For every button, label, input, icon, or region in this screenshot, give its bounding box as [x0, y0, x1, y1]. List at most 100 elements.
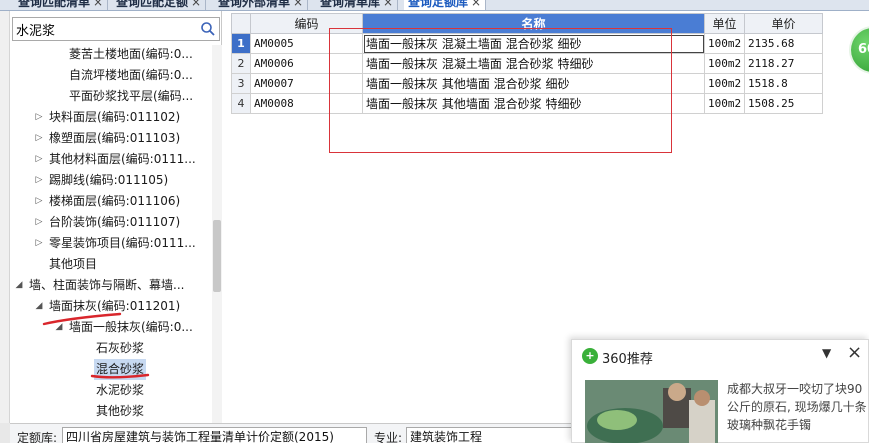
tree-node[interactable]: 自流坪楼地面(编码:0...: [12, 65, 210, 86]
tree-node[interactable]: ▷ 台阶装饰(编码:011107): [12, 212, 210, 233]
tree-node[interactable]: 其他项目: [12, 254, 210, 275]
tree-node-label: 橡塑面层(编码:011103): [49, 131, 181, 145]
expand-arrow-icon[interactable]: ▷: [34, 107, 44, 128]
tab-query-quota-library[interactable]: 查询定额库 ×: [404, 0, 487, 10]
cell-price[interactable]: 2135.68: [744, 33, 823, 54]
cell-code[interactable]: AM0006: [250, 53, 363, 74]
tab-query-matched-quota[interactable]: 查询匹配定额 ×: [112, 0, 207, 10]
major-label: 专业:: [374, 431, 403, 443]
quota-grid: 编码 名称 单位 单价 1 AM0005 墙面一般抹灰 混凝土墙面 混合砂浆 细砂 1…: [231, 13, 823, 114]
tree-node[interactable]: ▷ 其他材料面层(编码:0111...: [12, 149, 210, 170]
tree-node-label: 楼梯面层(编码:011106): [49, 194, 181, 208]
tree-node[interactable]: 菱苦土楼地面(编码:0...: [12, 44, 210, 65]
row-number[interactable]: 1: [231, 33, 251, 54]
chevron-down-icon[interactable]: ▼: [822, 346, 831, 360]
header-name[interactable]: 名称: [362, 13, 705, 34]
tree-node-label: 水泥砂浆: [96, 383, 145, 397]
search-input[interactable]: [13, 18, 193, 40]
tree-node[interactable]: ▷ 楼梯面层(编码:011106): [12, 191, 210, 212]
header-code[interactable]: 编码: [250, 13, 363, 34]
tree-node-label: 菱苦土楼地面(编码:0...: [69, 47, 193, 61]
close-icon[interactable]: ×: [847, 342, 862, 363]
table-row[interactable]: 3 AM0007 墙面一般抹灰 其他墙面 混合砂浆 细砂 100m2 1518.8: [231, 73, 823, 94]
cell-code[interactable]: AM0005: [250, 33, 363, 54]
tab-query-matched-list[interactable]: 查询匹配清单 ×: [14, 0, 109, 10]
news-thumbnail[interactable]: [585, 380, 718, 443]
annotation-underline: [42, 312, 122, 326]
header-rownum: [231, 13, 251, 34]
tree-node[interactable]: 其他砂浆: [12, 401, 210, 422]
popup-title: 360推荐: [602, 352, 653, 367]
major-select[interactable]: 建筑装饰工程: [406, 427, 576, 443]
quota-lib-select[interactable]: 四川省房屋建筑与装饰工程量清单计价定额(2015): [62, 427, 367, 443]
expand-arrow-icon[interactable]: ▷: [34, 191, 44, 212]
tree-node[interactable]: 平面砂浆找平层(编码...: [12, 86, 210, 107]
expand-arrow-icon[interactable]: ▷: [34, 149, 44, 170]
tree-node-label: 自流坪楼地面(编码:0...: [69, 68, 193, 82]
floating-badge[interactable]: 60: [851, 28, 869, 72]
cell-unit[interactable]: 100m2: [704, 93, 745, 114]
cell-unit[interactable]: 100m2: [704, 53, 745, 74]
cell-code[interactable]: AM0008: [250, 93, 363, 114]
annotation-underline: [90, 373, 150, 379]
row-number[interactable]: 4: [231, 93, 251, 114]
row-number[interactable]: 2: [231, 53, 251, 74]
search-box: [12, 17, 220, 41]
app-window: 查询匹配清单× 查询匹配定额× 查询外部清单× 查询清单库× 查询定额库× 菱苦…: [0, 0, 869, 443]
table-row[interactable]: 4 AM0008 墙面一般抹灰 其他墙面 混合砂浆 特细砂 100m2 1508.25: [231, 93, 823, 114]
expand-arrow-icon[interactable]: ▷: [34, 212, 44, 233]
tree-node-label: 墙、柱面装饰与隔断、幕墙...: [29, 278, 185, 292]
close-icon[interactable]: ×: [471, 0, 481, 9]
cell-price[interactable]: 1508.25: [744, 93, 823, 114]
cell-unit[interactable]: 100m2: [704, 73, 745, 94]
search-icon[interactable]: [200, 21, 216, 37]
close-icon[interactable]: ×: [191, 0, 201, 9]
collapse-arrow-icon[interactable]: ◢: [14, 275, 24, 296]
tree-node[interactable]: 水泥砂浆: [12, 380, 210, 401]
grid-header: 编码 名称 单位 单价: [231, 13, 823, 34]
recommend-popup: + 360推荐 ▼ × 成都大叔牙一咬切了块90公斤的原石, 现场爆几十条玻璃种…: [571, 339, 869, 443]
tree-node-label: 台阶装饰(编码:011107): [49, 215, 181, 229]
quota-lib-label: 定额库:: [17, 431, 58, 443]
cell-unit[interactable]: 100m2: [704, 33, 745, 54]
cell-name[interactable]: 墙面一般抹灰 其他墙面 混合砂浆 细砂: [362, 73, 705, 94]
tree-node[interactable]: ▷ 块料面层(编码:011102): [12, 107, 210, 128]
tree-node[interactable]: ▷ 踢脚线(编码:011105): [12, 170, 210, 191]
360-logo-icon: +: [582, 348, 598, 364]
table-row[interactable]: 2 AM0006 墙面一般抹灰 混凝土墙面 混合砂浆 特细砂 100m2 2118.27: [231, 53, 823, 74]
tree-node-label: 其他砂浆: [96, 404, 145, 418]
tab-query-list-library[interactable]: 查询清单库 ×: [316, 0, 399, 10]
cell-name[interactable]: 墙面一般抹灰 混凝土墙面 混合砂浆 细砂: [362, 33, 705, 54]
expand-arrow-icon[interactable]: ▷: [34, 128, 44, 149]
cell-name[interactable]: 墙面一般抹灰 混凝土墙面 混合砂浆 特细砂: [362, 53, 705, 74]
close-icon[interactable]: ×: [293, 0, 303, 9]
close-icon[interactable]: ×: [93, 0, 103, 9]
news-headline[interactable]: 成都大叔牙一咬切了块90公斤的原石, 现场爆几十条玻璃种飘花手镯: [727, 380, 867, 434]
tree-node-label: 其他项目: [49, 257, 98, 271]
left-panel: 菱苦土楼地面(编码:0... 自流坪楼地面(编码:0... 平面砂浆找平层(编码..…: [0, 11, 222, 423]
cell-name[interactable]: 墙面一般抹灰 其他墙面 混合砂浆 特细砂: [362, 93, 705, 114]
cell-price[interactable]: 1518.8: [744, 73, 823, 94]
tree-node-label: 石灰砂浆: [96, 341, 145, 355]
expand-arrow-icon[interactable]: ▷: [34, 170, 44, 191]
tree-node[interactable]: ◢ 墙、柱面装饰与隔断、幕墙...: [12, 275, 210, 296]
tree-node[interactable]: ▷ 橡塑面层(编码:011103): [12, 128, 210, 149]
tree-node-label: 块料面层(编码:011102): [49, 110, 181, 124]
header-unit[interactable]: 单位: [704, 13, 745, 34]
tab-query-external-list[interactable]: 查询外部清单 ×: [214, 0, 309, 10]
table-row[interactable]: 1 AM0005 墙面一般抹灰 混凝土墙面 混合砂浆 细砂 100m2 2135.68: [231, 33, 823, 54]
scrollbar-thumb[interactable]: [213, 220, 221, 292]
left-edge: [0, 423, 10, 443]
tab-strip: 查询匹配清单 × 查询匹配定额 × 查询外部清单 × 查询清单库 × 查询定额库 ×: [0, 0, 869, 11]
cell-price[interactable]: 2118.27: [744, 53, 823, 74]
row-number[interactable]: 3: [231, 73, 251, 94]
quota-tree: 菱苦土楼地面(编码:0... 自流坪楼地面(编码:0... 平面砂浆找平层(编码..…: [12, 44, 210, 424]
tree-node-label: 踢脚线(编码:011105): [49, 173, 169, 187]
header-price[interactable]: 单价: [744, 13, 823, 34]
cell-code[interactable]: AM0007: [250, 73, 363, 94]
tree-scrollbar[interactable]: [212, 45, 222, 423]
tree-node[interactable]: ▷ 零星装饰项目(编码:0111...: [12, 233, 210, 254]
expand-arrow-icon[interactable]: ▷: [34, 233, 44, 254]
tree-node[interactable]: 石灰砂浆: [12, 338, 210, 359]
close-icon[interactable]: ×: [383, 0, 393, 9]
